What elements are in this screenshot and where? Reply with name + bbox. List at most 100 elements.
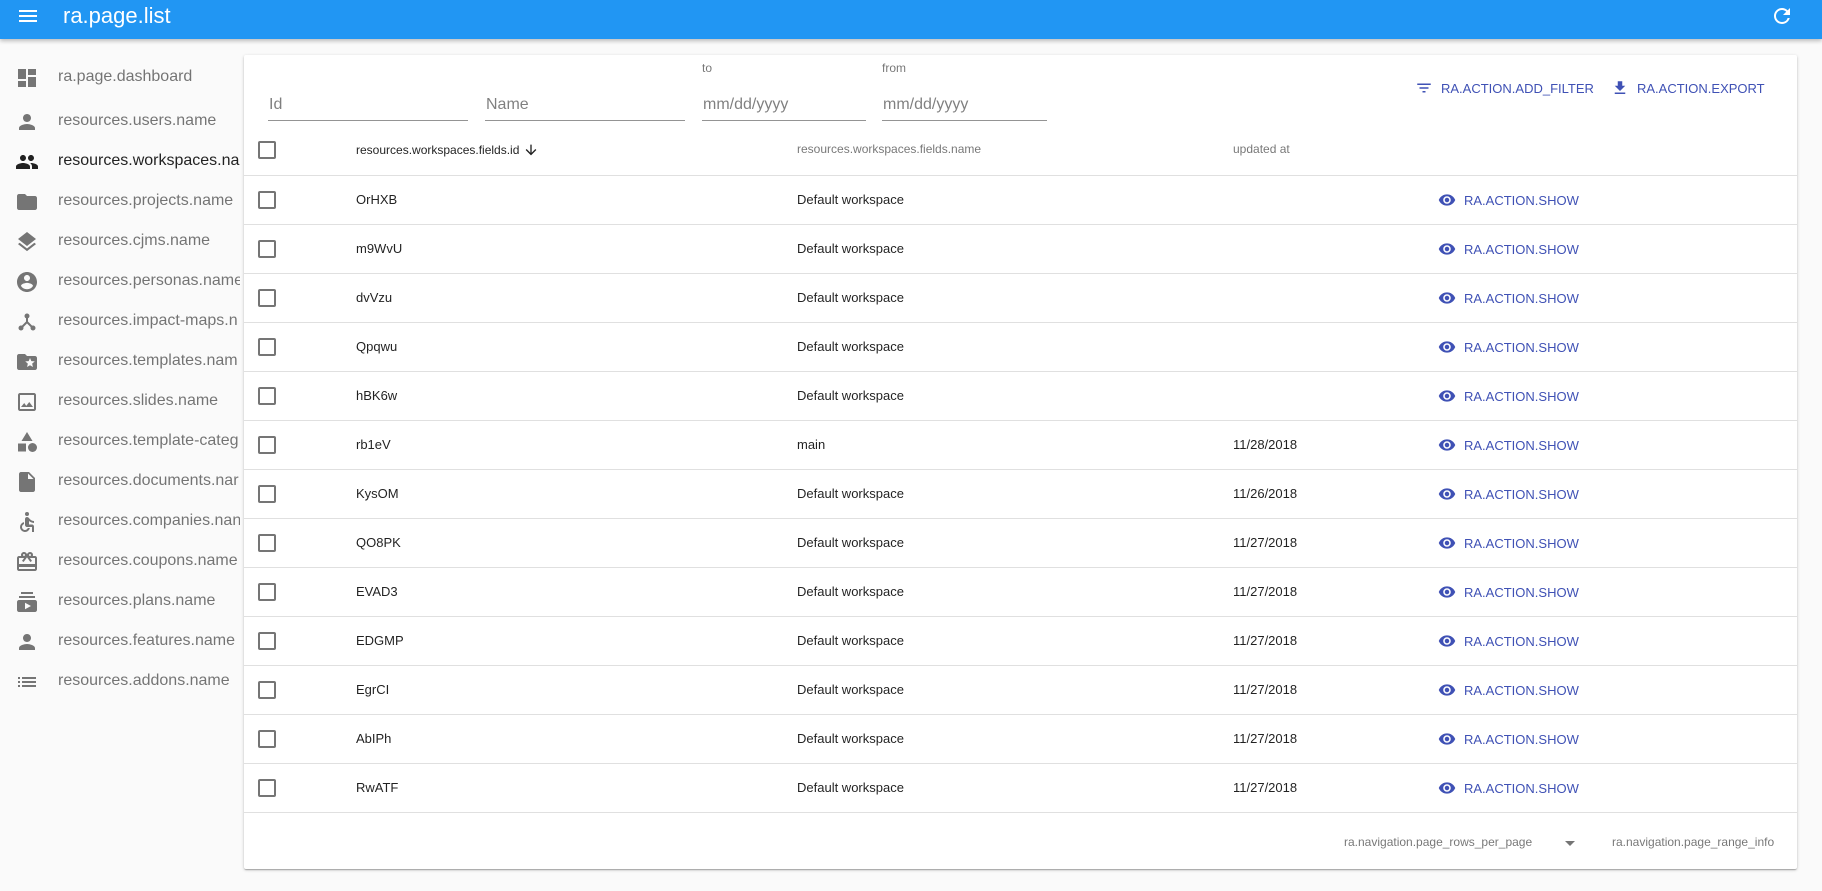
sidebar-item-documents[interactable]: resources.documents.nar xyxy=(0,462,240,502)
show-button[interactable]: RA.ACTION.SHOW xyxy=(1438,433,1579,457)
sidebar-item-workspaces[interactable]: resources.workspaces.na xyxy=(0,142,240,182)
table-row[interactable]: m9WvU Default workspace RA.ACTION.SHOW xyxy=(244,225,1797,274)
table-row[interactable]: hBK6w Default workspace RA.ACTION.SHOW xyxy=(244,372,1797,421)
sidebar-item-plans[interactable]: resources.plans.name xyxy=(0,582,240,622)
show-button[interactable]: RA.ACTION.SHOW xyxy=(1438,727,1579,751)
sidebar-item-templates[interactable]: resources.templates.nam xyxy=(0,342,240,382)
cell-updated-at: 11/27/2018 xyxy=(1233,780,1298,795)
show-button[interactable]: RA.ACTION.SHOW xyxy=(1438,629,1579,653)
row-checkbox[interactable] xyxy=(258,436,276,454)
sidebar-item-projects[interactable]: resources.projects.name xyxy=(0,182,240,222)
table-row[interactable]: dvVzu Default workspace RA.ACTION.SHOW xyxy=(244,274,1797,323)
cell-id: dvVzu xyxy=(356,290,393,305)
table-row[interactable]: rb1eV main 11/28/2018 RA.ACTION.SHOW xyxy=(244,421,1797,470)
sidebar-item-label: resources.users.name xyxy=(58,112,217,129)
eye-icon xyxy=(1438,782,1456,794)
app-bar: ra.page.list xyxy=(0,0,1822,39)
sidebar-item-slides[interactable]: resources.slides.name xyxy=(0,382,240,422)
eye-icon xyxy=(1438,292,1456,304)
column-header-id[interactable]: resources.workspaces.fields.id xyxy=(356,142,539,158)
accessible-icon xyxy=(15,510,39,534)
table-row[interactable]: AbIPh Default workspace 11/27/2018 RA.AC… xyxy=(244,715,1797,764)
download-icon xyxy=(1614,81,1626,94)
row-checkbox[interactable] xyxy=(258,289,276,307)
add-filter-button[interactable]: RA.ACTION.ADD_FILTER xyxy=(1415,76,1594,100)
show-label: RA.ACTION.SHOW xyxy=(1464,486,1579,502)
show-label: RA.ACTION.SHOW xyxy=(1464,682,1579,698)
table-row[interactable]: KysOM Default workspace 11/26/2018 RA.AC… xyxy=(244,470,1797,519)
show-button[interactable]: RA.ACTION.SHOW xyxy=(1438,237,1579,261)
table-row[interactable]: EVAD3 Default workspace 11/27/2018 RA.AC… xyxy=(244,568,1797,617)
eye-icon xyxy=(1438,390,1456,402)
row-checkbox[interactable] xyxy=(258,485,276,503)
show-button[interactable]: RA.ACTION.SHOW xyxy=(1438,580,1579,604)
row-checkbox[interactable] xyxy=(258,632,276,650)
sidebar-item-label: resources.cjms.name xyxy=(58,232,211,249)
table-row[interactable]: EDGMP Default workspace 11/27/2018 RA.AC… xyxy=(244,617,1797,666)
show-button[interactable]: RA.ACTION.SHOW xyxy=(1438,335,1579,359)
show-button[interactable]: RA.ACTION.SHOW xyxy=(1438,776,1579,800)
sidebar-item-label: resources.coupons.name xyxy=(58,552,238,569)
row-checkbox[interactable] xyxy=(258,681,276,699)
from-date-input[interactable] xyxy=(882,89,1047,121)
to-date-input[interactable] xyxy=(702,89,866,121)
row-checkbox[interactable] xyxy=(258,191,276,209)
sidebar-item-impact-maps[interactable]: resources.impact-maps.n xyxy=(0,302,240,342)
row-checkbox[interactable] xyxy=(258,338,276,356)
table-row[interactable]: Qpqwu Default workspace RA.ACTION.SHOW xyxy=(244,323,1797,372)
list-icon xyxy=(15,670,39,694)
column-header-name[interactable]: resources.workspaces.fields.name xyxy=(797,142,981,156)
pagination: ra.navigation.page_rows_per_page ra.navi… xyxy=(244,815,1797,869)
name-filter-input[interactable] xyxy=(485,89,685,121)
show-label: RA.ACTION.SHOW xyxy=(1464,339,1579,355)
column-header-updated-at[interactable]: updated at xyxy=(1233,142,1290,156)
image-frame-icon xyxy=(15,390,39,414)
row-checkbox[interactable] xyxy=(258,387,276,405)
show-button[interactable]: RA.ACTION.SHOW xyxy=(1438,188,1579,212)
sidebar-item-coupons[interactable]: resources.coupons.name xyxy=(0,542,240,582)
cell-id: m9WvU xyxy=(356,241,403,256)
export-button[interactable]: RA.ACTION.EXPORT xyxy=(1611,76,1765,100)
id-filter-input[interactable] xyxy=(268,89,468,121)
show-label: RA.ACTION.SHOW xyxy=(1464,780,1579,796)
show-button[interactable]: RA.ACTION.SHOW xyxy=(1438,482,1579,506)
sidebar-item-addons[interactable]: resources.addons.name xyxy=(0,662,240,702)
row-checkbox[interactable] xyxy=(258,534,276,552)
cell-id: EVAD3 xyxy=(356,584,398,599)
page-title: ra.page.list xyxy=(63,3,171,28)
sidebar-item-personas[interactable]: resources.personas.name xyxy=(0,262,240,302)
table-row[interactable]: OrHXB Default workspace RA.ACTION.SHOW xyxy=(244,176,1797,225)
select-all-checkbox[interactable] xyxy=(258,141,276,159)
menu-icon[interactable] xyxy=(16,4,40,28)
sidebar-item-features[interactable]: resources.features.name xyxy=(0,622,240,662)
sidebar-item-label: resources.workspaces.na xyxy=(58,152,240,169)
table-row[interactable]: RwATF Default workspace 11/27/2018 RA.AC… xyxy=(244,764,1797,813)
cell-updated-at: 11/27/2018 xyxy=(1233,731,1298,746)
rows-per-page-select[interactable] xyxy=(1558,831,1582,855)
show-button[interactable]: RA.ACTION.SHOW xyxy=(1438,384,1579,408)
show-button[interactable]: RA.ACTION.SHOW xyxy=(1438,286,1579,310)
people-icon xyxy=(15,150,39,174)
cell-updated-at: 11/27/2018 xyxy=(1233,584,1298,599)
row-checkbox[interactable] xyxy=(258,583,276,601)
row-checkbox[interactable] xyxy=(258,779,276,797)
show-button[interactable]: RA.ACTION.SHOW xyxy=(1438,531,1579,555)
row-checkbox[interactable] xyxy=(258,240,276,258)
table-row[interactable]: QO8PK Default workspace 11/27/2018 RA.AC… xyxy=(244,519,1797,568)
eye-icon xyxy=(1438,684,1456,696)
refresh-icon[interactable] xyxy=(1770,4,1794,28)
sidebar-item-users[interactable]: resources.users.name xyxy=(0,102,240,142)
sidebar-item-cjms[interactable]: resources.cjms.name xyxy=(0,222,240,262)
show-button[interactable]: RA.ACTION.SHOW xyxy=(1438,678,1579,702)
cell-updated-at: 11/28/2018 xyxy=(1233,437,1298,452)
sidebar-item-label: resources.impact-maps.n xyxy=(58,312,238,329)
person-icon xyxy=(15,110,39,134)
sidebar-item-template-categories[interactable]: resources.template-categ xyxy=(0,422,240,462)
sidebar-item-dashboard[interactable]: ra.page.dashboard xyxy=(0,58,240,98)
row-checkbox[interactable] xyxy=(258,730,276,748)
eye-icon xyxy=(1438,488,1456,500)
sidebar-item-companies[interactable]: resources.companies.nan xyxy=(0,502,240,542)
show-label: RA.ACTION.SHOW xyxy=(1464,584,1579,600)
cell-updated-at: 11/27/2018 xyxy=(1233,682,1298,697)
table-row[interactable]: EgrCI Default workspace 11/27/2018 RA.AC… xyxy=(244,666,1797,715)
